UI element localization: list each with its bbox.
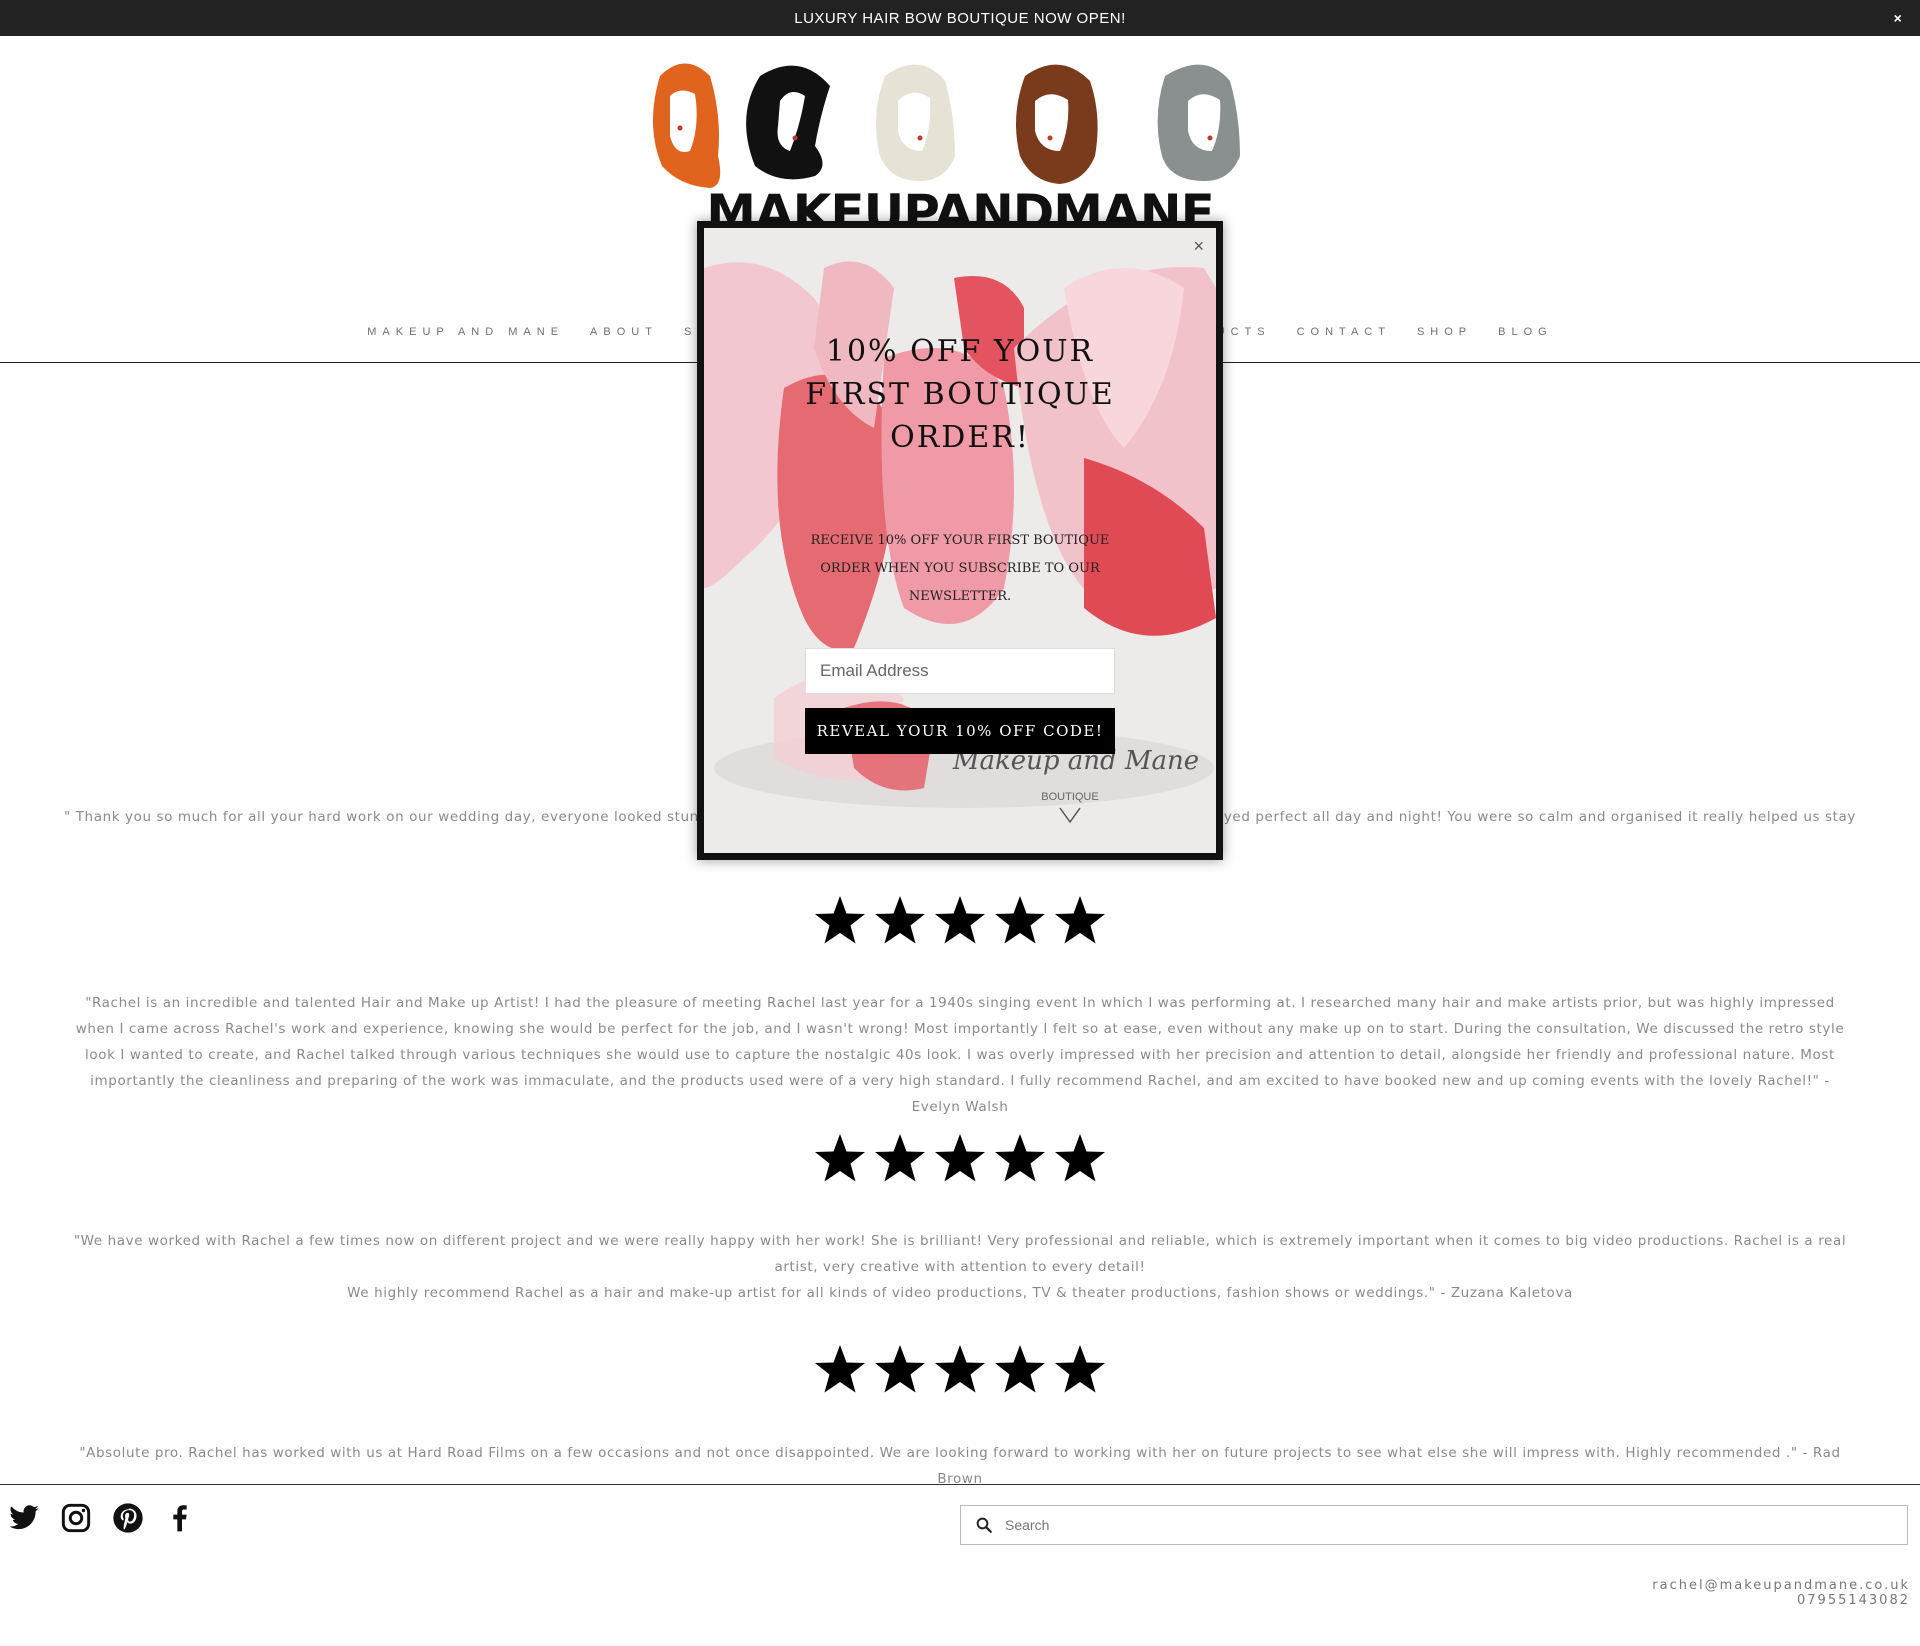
star-icon bbox=[875, 1134, 925, 1182]
star-icon bbox=[1055, 1345, 1105, 1393]
review-4-text: "Absolute pro. Rachel has worked with us… bbox=[79, 1445, 1841, 1487]
nav-item-home[interactable]: MAKEUP AND MANE bbox=[367, 326, 564, 338]
review-3-text-2: We highly recommend Rachel as a hair and… bbox=[347, 1285, 1573, 1301]
announcement-close-button[interactable]: × bbox=[1884, 4, 1912, 32]
popup-description: RECEIVE 10% OFF YOUR FIRST BOUTIQUE ORDE… bbox=[810, 533, 1110, 604]
star-icon bbox=[935, 896, 985, 944]
nav-item-about[interactable]: ABOUT bbox=[590, 326, 658, 338]
nav-item-shop[interactable]: SHOP bbox=[1417, 326, 1472, 338]
site-logo[interactable]: MAKEUPANDMANE bbox=[640, 56, 1280, 232]
pinterest-icon[interactable] bbox=[112, 1502, 144, 1534]
announcement-text: LUXURY HAIR BOW BOUTIQUE NOW OPEN! bbox=[794, 9, 1126, 27]
facebook-icon[interactable] bbox=[164, 1502, 196, 1534]
search-input[interactable] bbox=[1003, 1516, 1887, 1534]
popup-reveal-code-button[interactable]: REVEAL YOUR 10% OFF CODE! bbox=[805, 708, 1115, 754]
popup-email-input[interactable] bbox=[805, 648, 1115, 694]
star-icon bbox=[875, 896, 925, 944]
rating-stars-3 bbox=[812, 1342, 1108, 1402]
star-icon bbox=[1055, 1134, 1105, 1182]
star-icon bbox=[995, 896, 1045, 944]
star-icon bbox=[815, 1345, 865, 1393]
popup-close-button[interactable]: × bbox=[1193, 236, 1204, 257]
popup-body: Makeup and Mane BOUTIQUE × 10% OFF YOUR … bbox=[704, 228, 1216, 853]
star-icon bbox=[1055, 896, 1105, 944]
contact-email[interactable]: rachel@makeupandmane.co.uk bbox=[1652, 1578, 1910, 1593]
contact-info: rachel@makeupandmane.co.uk 07955143082 bbox=[1652, 1578, 1910, 1608]
search-icon bbox=[976, 1517, 992, 1533]
star-icon bbox=[815, 1134, 865, 1182]
star-icon bbox=[815, 896, 865, 944]
nav-item-contact[interactable]: CONTACT bbox=[1297, 326, 1391, 338]
star-icon bbox=[935, 1134, 985, 1182]
logo-head-blonde bbox=[876, 64, 955, 181]
review-1-text-left: " Thank you so much for all your hard wo… bbox=[64, 809, 699, 825]
logo-head-grey bbox=[1157, 64, 1240, 181]
footer-divider bbox=[0, 1484, 1920, 1485]
star-icon bbox=[995, 1134, 1045, 1182]
announcement-bar: LUXURY HAIR BOW BOUTIQUE NOW OPEN! × bbox=[0, 0, 1920, 36]
social-links bbox=[8, 1502, 196, 1534]
review-3: "We have worked with Rachel a few times … bbox=[64, 1228, 1856, 1306]
review-2: "Rachel is an incredible and talented Ha… bbox=[64, 990, 1856, 1120]
logo-head-brown bbox=[1016, 64, 1098, 184]
review-2-text: "Rachel is an incredible and talented Ha… bbox=[75, 995, 1845, 1115]
star-icon bbox=[935, 1345, 985, 1393]
nav-item-products[interactable]: UCTS bbox=[1217, 326, 1271, 338]
boutique-brand-sub: BOUTIQUE bbox=[1041, 791, 1098, 803]
logo-head-black bbox=[746, 65, 830, 180]
star-icon bbox=[995, 1345, 1045, 1393]
newsletter-popup: Makeup and Mane BOUTIQUE × 10% OFF YOUR … bbox=[697, 221, 1223, 860]
review-3-text: "We have worked with Rachel a few times … bbox=[73, 1233, 1847, 1275]
instagram-icon[interactable] bbox=[60, 1502, 92, 1534]
search-box[interactable] bbox=[960, 1505, 1908, 1545]
twitter-icon[interactable] bbox=[8, 1502, 40, 1534]
popup-title: 10% OFF YOUR FIRST BOUTIQUE ORDER! bbox=[805, 334, 1115, 455]
rating-stars-1 bbox=[812, 893, 1108, 953]
star-icon bbox=[875, 1345, 925, 1393]
nav-item-blog[interactable]: BLOG bbox=[1498, 326, 1553, 338]
logo-head-ginger bbox=[652, 63, 721, 188]
contact-phone[interactable]: 07955143082 bbox=[1652, 1593, 1910, 1608]
review-1-text-right: yed perfect all day and night! You were … bbox=[1223, 809, 1856, 825]
rating-stars-2 bbox=[812, 1131, 1108, 1191]
